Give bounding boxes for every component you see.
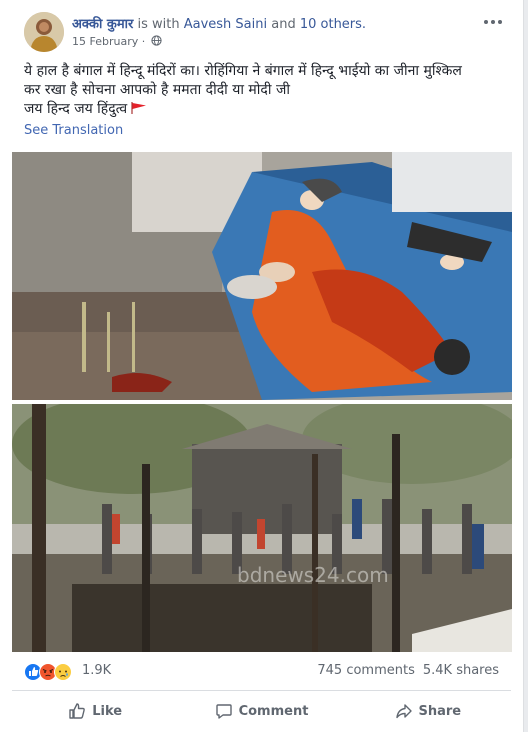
photo-watermark: bdnews24.com	[237, 563, 389, 587]
post-meta: 15 February ·	[72, 35, 162, 48]
with-text: is with	[133, 17, 184, 32]
comment-icon	[215, 704, 232, 719]
author-line: अक्की कुमार is with Aavesh Saini and 10 …	[72, 14, 366, 32]
meta-separator: ·	[138, 35, 149, 48]
post-text-line: जय हिन्द जय हिंदुत्व	[24, 100, 504, 119]
share-label: Share	[418, 703, 462, 719]
post-text: ये हाल है बंगाल में हिन्दू मंदिरों का। र…	[24, 62, 504, 119]
comment-button[interactable]: Comment	[178, 692, 344, 730]
shares-count[interactable]: 5.4K shares	[423, 663, 499, 678]
reaction-count[interactable]: 1.9K	[82, 663, 111, 678]
like-label: Like	[92, 703, 123, 719]
tagged-person-link[interactable]: Aavesh Saini	[184, 17, 267, 32]
post-text-line: कर रखा है सोचना आपको है ममता दीदी या मोद…	[24, 82, 290, 98]
actions-divider	[12, 690, 511, 691]
sad-reaction-icon	[54, 663, 72, 681]
share-button[interactable]: Share	[345, 692, 511, 730]
like-button[interactable]: Like	[12, 692, 178, 730]
post-date[interactable]: 15 February	[72, 35, 138, 48]
comment-label: Comment	[238, 703, 309, 719]
damaged-idol-image	[12, 152, 512, 400]
post-header: अक्की कुमार is with Aavesh Saini and 10 …	[24, 12, 503, 52]
post-text-line: ये हाल है बंगाल में हिन्दू मंदिरों का। र…	[24, 63, 462, 79]
post-photo-fire[interactable]: bdnews24.com	[12, 404, 512, 652]
burnt-site-image: bdnews24.com	[12, 404, 512, 652]
and-text: and	[267, 17, 300, 32]
others-link[interactable]: 10 others.	[300, 17, 366, 32]
reactions-summary[interactable]	[24, 662, 80, 682]
see-translation-link[interactable]: See Translation	[24, 123, 123, 138]
author-name[interactable]: अक्की कुमार	[72, 17, 133, 32]
post-photo-idol[interactable]	[12, 152, 512, 400]
more-options-icon[interactable]	[483, 16, 503, 28]
flag-icon	[131, 102, 147, 114]
globe-icon[interactable]	[151, 35, 162, 46]
angry-reaction-icon	[39, 663, 57, 681]
avatar-image	[24, 12, 64, 52]
thumbs-up-icon	[69, 703, 86, 719]
author-avatar[interactable]	[24, 12, 64, 52]
post-stats: 1.9K 745 comments 5.4K shares	[24, 660, 499, 684]
post-card: अक्की कुमार is with Aavesh Saini and 10 …	[0, 0, 524, 732]
comments-count[interactable]: 745 comments	[317, 663, 414, 678]
page-background-strip	[524, 0, 528, 732]
share-icon	[395, 704, 412, 719]
post-actions: Like Comment Share	[12, 692, 511, 730]
engagement-counts: 745 comments 5.4K shares	[317, 663, 499, 678]
post-text-line-content: जय हिन्द जय हिंदुत्व	[24, 101, 128, 117]
like-reaction-icon	[24, 663, 42, 681]
